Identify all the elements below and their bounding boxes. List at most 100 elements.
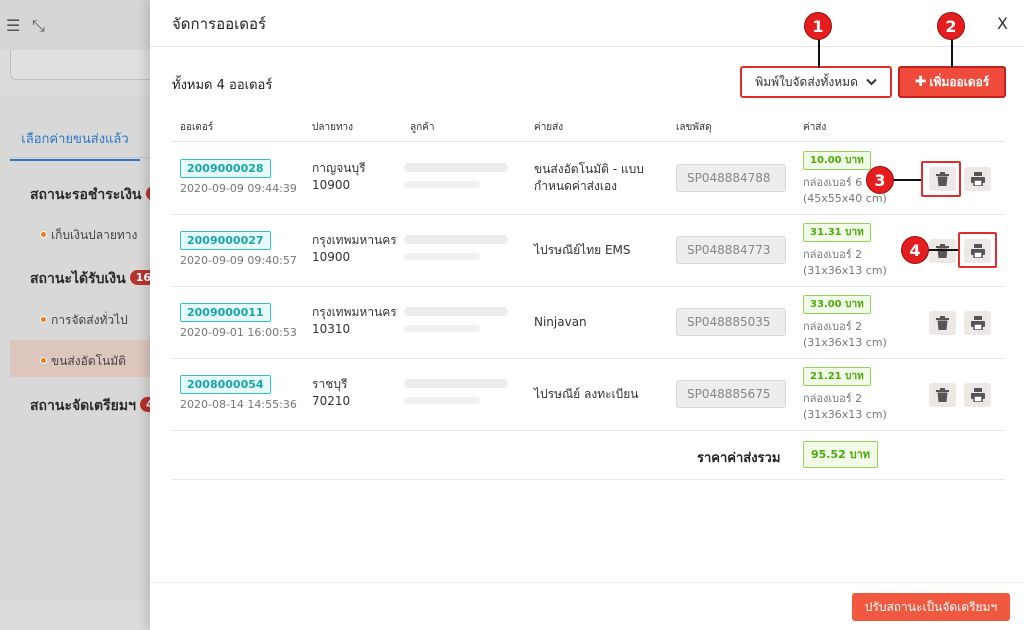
add-order-label: เพิ่มออเดอร์ (929, 75, 990, 89)
trash-icon (936, 244, 949, 258)
carrier: ขนส่งอัตโนมัติ - แบบ กำหนดค่าส่งเอง (534, 161, 644, 195)
callout-4: 4 (901, 236, 929, 264)
delete-order-button[interactable] (929, 383, 956, 407)
column-header-destination: ปลายทาง (312, 122, 354, 133)
carrier: ไปรษณีย์ไทย EMS (534, 242, 631, 259)
menu-collapse-icon[interactable]: ☰ (6, 16, 20, 35)
total-shipping-label: ราคาค่าส่งรวม (697, 451, 781, 466)
fullscreen-exit-icon[interactable]: ⤡ (32, 16, 45, 36)
orders-table-header: ออเดอร์ ปลายทาง ลูกค้า ค่ายส่ง เลขพัสดุ … (172, 108, 1005, 142)
bullet-icon (40, 316, 47, 323)
plus-icon: ✚ (914, 74, 927, 90)
section-payment-received[interactable]: สถานะได้รับเงิน 16 (30, 268, 158, 290)
section-awaiting-payment[interactable]: สถานะรอชำระเงิน1 (30, 184, 166, 206)
carrier: ไปรษณีย์ ลงทะเบียน (534, 386, 639, 403)
sidebar-item-cod[interactable]: เก็บเงินปลายทาง (40, 226, 137, 245)
carrier-line: Ninjavan (534, 315, 587, 329)
print-label-button[interactable] (964, 239, 991, 263)
column-header-order: ออเดอร์ (180, 122, 214, 133)
total-orders-label: ทั้งหมด 4 ออเดอร์ (172, 78, 273, 93)
sidebar-item-label: เก็บเงินปลายทาง (51, 228, 138, 242)
box-size: กล่องเบอร์ 2 (803, 320, 863, 333)
destination: กรุงเทพมหานคร 10900 (312, 232, 397, 266)
destination: กรุงเทพมหานคร 10310 (312, 304, 397, 338)
order-id-badge[interactable]: 2009000027 (180, 231, 271, 250)
add-order-button[interactable]: ✚ เพิ่มออเดอร์ (898, 66, 1006, 98)
total-shipping-row: ราคาค่าส่งรวม 95.52 บาท (172, 432, 1005, 480)
shipping-cost-badge: 10.00 บาท (803, 151, 871, 170)
column-header-carrier: ค่ายส่ง (534, 122, 564, 133)
printer-icon (971, 316, 985, 330)
destination-postcode: 10900 (312, 250, 351, 264)
delete-order-button[interactable] (929, 311, 956, 335)
table-row: 2009000027 2020-09-09 09:40:57 กรุงเทพมห… (172, 215, 1005, 287)
callout-3: 3 (866, 166, 894, 194)
box-size: กล่องเบอร์ 2 (803, 392, 863, 405)
carrier-line: ไปรษณีย์ไทย EMS (534, 243, 631, 257)
tracking-number-field[interactable]: SP048884788 (676, 164, 786, 192)
destination-province: กรุงเทพมหานคร (312, 305, 397, 319)
order-id-badge[interactable]: 2008000054 (180, 375, 271, 394)
tracking-number-field[interactable]: SP048884773 (676, 236, 786, 264)
order-id-badge[interactable]: 2009000011 (180, 303, 271, 322)
customer-placeholder (404, 181, 480, 188)
order-date: 2020-09-09 09:44:39 (180, 182, 297, 195)
callout-2: 2 (937, 12, 965, 40)
close-button[interactable]: X (997, 14, 1008, 33)
customer-placeholder (404, 253, 480, 260)
order-id-badge[interactable]: 2009000028 (180, 159, 271, 178)
carrier: Ninjavan (534, 314, 587, 331)
modal-footer: ปรับสถานะเป็นจัดเตรียมฯ (150, 582, 1024, 630)
box-dimensions: (31x36x13 cm) (803, 408, 887, 421)
destination-postcode: 10900 (312, 178, 351, 192)
print-all-labels-button[interactable]: พิมพ์ใบจัดส่งทั้งหมด (740, 66, 892, 98)
print-all-label: พิมพ์ใบจัดส่งทั้งหมด (755, 75, 858, 89)
bullet-icon (40, 231, 47, 238)
column-header-shipping-cost: ค่าส่ง (803, 122, 827, 133)
printer-icon (971, 172, 985, 186)
tracking-number-field[interactable]: SP048885035 (676, 308, 786, 336)
update-status-button[interactable]: ปรับสถานะเป็นจัดเตรียมฯ (852, 593, 1010, 621)
sidebar-item-general-shipping[interactable]: การจัดส่งทั่วไป (40, 311, 128, 330)
sidebar-item-auto-shipping[interactable]: ขนส่งอัตโนมัติ (40, 352, 126, 371)
customer-placeholder (404, 163, 508, 172)
shipping-cost-badge: 31.31 บาท (803, 223, 871, 242)
destination-postcode: 70210 (312, 394, 351, 408)
callout-pointer (926, 249, 958, 251)
chevron-down-icon (866, 78, 877, 86)
destination-postcode: 10310 (312, 322, 351, 336)
modal-header: จัดการออเดอร์ X (150, 0, 1024, 47)
customer-placeholder (404, 235, 508, 244)
box-dimensions: (31x36x13 cm) (803, 336, 887, 349)
customer-placeholder (404, 325, 480, 332)
delete-order-button[interactable] (929, 167, 956, 191)
shipping-cost-badge: 21.21 บาท (803, 367, 871, 386)
callout-pointer (890, 179, 921, 181)
section-label: สถานะรอชำระเงิน (30, 187, 142, 203)
trash-icon (936, 316, 949, 330)
tracking-number-field[interactable]: SP048885675 (676, 380, 786, 408)
print-label-button[interactable] (964, 383, 991, 407)
total-shipping-value: 95.52 บาท (803, 441, 879, 468)
print-label-button[interactable] (964, 311, 991, 335)
bullet-icon (40, 357, 47, 364)
column-header-customer: ลูกค้า (410, 122, 435, 133)
destination-province: กาญจนบุรี (312, 161, 366, 175)
column-header-tracking: เลขพัสดุ (676, 122, 712, 133)
table-row: 2009000011 2020-09-01 16:00:53 กรุงเทพมห… (172, 287, 1005, 359)
callout-1: 1 (804, 12, 832, 40)
shipping-cost-badge: 33.00 บาท (803, 295, 871, 314)
printer-icon (971, 244, 985, 258)
order-date: 2020-09-09 09:40:57 (180, 254, 297, 267)
section-label: สถานะได้รับเงิน (30, 271, 126, 287)
carrier-line: กำหนดค่าส่งเอง (534, 179, 618, 193)
delete-order-button[interactable] (929, 239, 956, 263)
print-label-button[interactable] (964, 167, 991, 191)
section-preparing[interactable]: สถานะจัดเตรียมฯ4 (30, 395, 160, 417)
table-row: 2008000054 2020-08-14 14:55:36 ราชบุรี 7… (172, 359, 1005, 431)
customer-placeholder (404, 307, 508, 316)
carrier-line: ไปรษณีย์ ลงทะเบียน (534, 387, 639, 401)
box-dimensions: (31x36x13 cm) (803, 264, 887, 277)
modal-title: จัดการออเดอร์ (172, 15, 267, 33)
box-info: กล่องเบอร์ 2 (31x36x13 cm) (803, 391, 887, 423)
